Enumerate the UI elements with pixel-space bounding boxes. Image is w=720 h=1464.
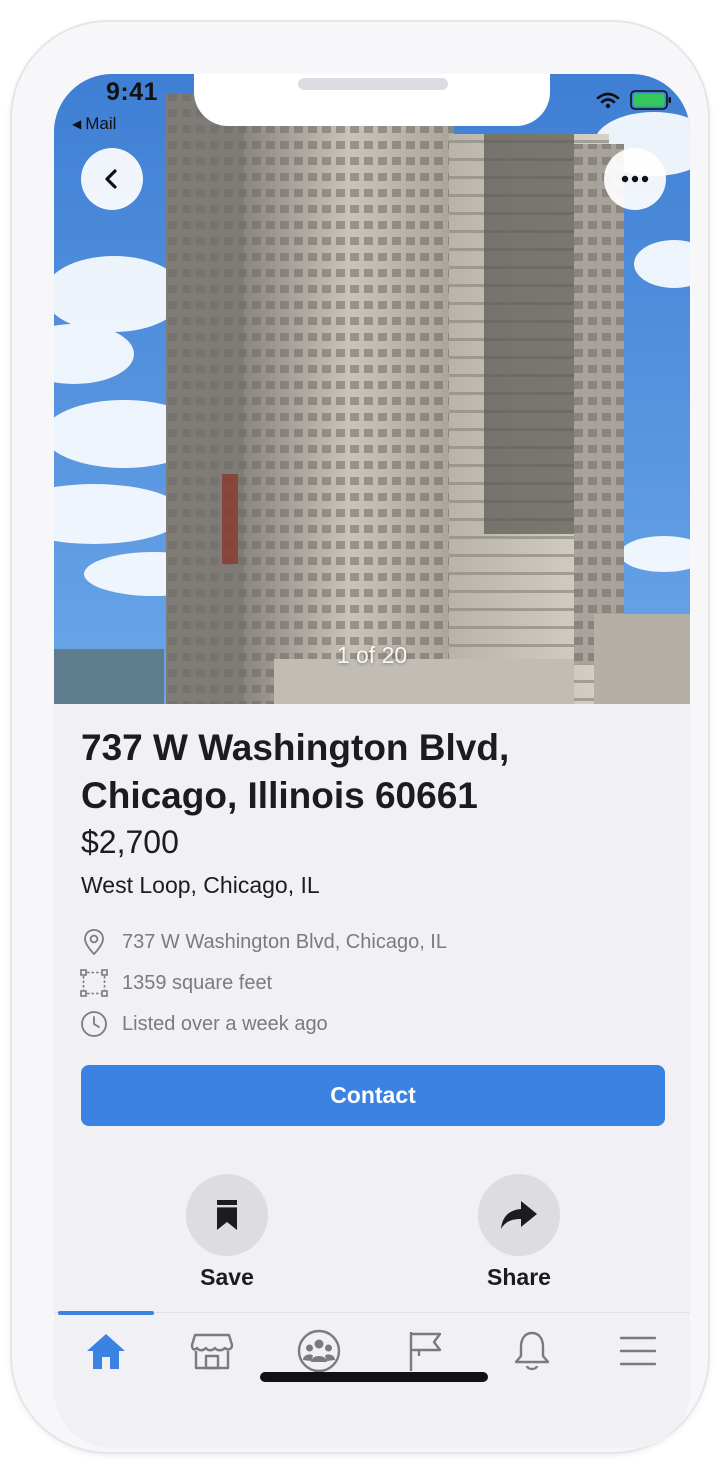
status-indicators [596, 90, 672, 110]
screen: 9:41 ◀ Mail 1 of 20 737 W Washington Blv… [54, 74, 690, 1448]
share-label: Share [487, 1264, 551, 1290]
device-notch [194, 74, 550, 126]
area-icon [80, 969, 108, 997]
save-button[interactable]: Save [167, 1174, 287, 1291]
back-app-label: Mail [85, 114, 117, 133]
flag-icon [409, 1332, 442, 1371]
building-photo-illustration [54, 74, 690, 704]
share-button[interactable]: Share [459, 1174, 579, 1291]
hamburger-menu-icon [619, 1336, 657, 1366]
back-to-app-link[interactable]: ◀ Mail [72, 114, 116, 134]
bookmark-icon [217, 1200, 237, 1230]
tab-groups[interactable] [287, 1327, 351, 1375]
listing-title: 737 W Washington Blvd, Chicago, Illinois… [81, 727, 510, 816]
home-icon [87, 1334, 125, 1369]
home-indicator[interactable] [260, 1372, 488, 1382]
tab-menu[interactable] [606, 1327, 670, 1375]
active-tab-indicator [58, 1311, 154, 1315]
location-pin-icon [80, 928, 108, 956]
clock-icon [80, 1010, 108, 1038]
detail-address: 737 W Washington Blvd, Chicago, IL [80, 928, 447, 956]
save-label: Save [200, 1264, 254, 1290]
back-button[interactable] [81, 148, 143, 210]
contact-button[interactable]: Contact [81, 1065, 665, 1126]
photo-counter: 1 of 20 [336, 642, 408, 668]
marketplace-icon [190, 1333, 234, 1370]
tab-marketplace[interactable] [180, 1327, 244, 1375]
detail-area: 1359 square feet [80, 969, 272, 997]
wifi-icon [596, 92, 620, 109]
share-bubble[interactable] [478, 1174, 560, 1256]
battery-icon [630, 90, 671, 110]
status-time: 9:41 [106, 78, 159, 106]
back-triangle-icon: ◀ [72, 117, 82, 131]
groups-icon [297, 1329, 341, 1373]
tab-notifications[interactable] [500, 1327, 564, 1375]
more-options-button[interactable] [604, 148, 666, 210]
tab-home[interactable] [74, 1327, 138, 1375]
detail-listed-time: Listed over a week ago [80, 1010, 328, 1038]
speaker-grille [298, 78, 448, 90]
share-arrow-icon [501, 1201, 537, 1229]
tab-pages[interactable] [394, 1327, 458, 1375]
detail-area-text: 1359 square feet [122, 971, 273, 994]
bell-icon [514, 1331, 550, 1371]
chevron-left-icon [105, 169, 117, 189]
listing-photo[interactable] [54, 74, 690, 704]
listing-price: $2,700 [81, 824, 179, 860]
detail-address-text: 737 W Washington Blvd, Chicago, IL [122, 930, 447, 953]
more-horizontal-icon [621, 175, 649, 183]
phone-frame: 9:41 ◀ Mail 1 of 20 737 W Washington Blv… [12, 22, 708, 1452]
save-bubble[interactable] [186, 1174, 268, 1256]
detail-listed-time-text: Listed over a week ago [122, 1012, 328, 1035]
listing-neighborhood: West Loop, Chicago, IL [81, 872, 320, 898]
